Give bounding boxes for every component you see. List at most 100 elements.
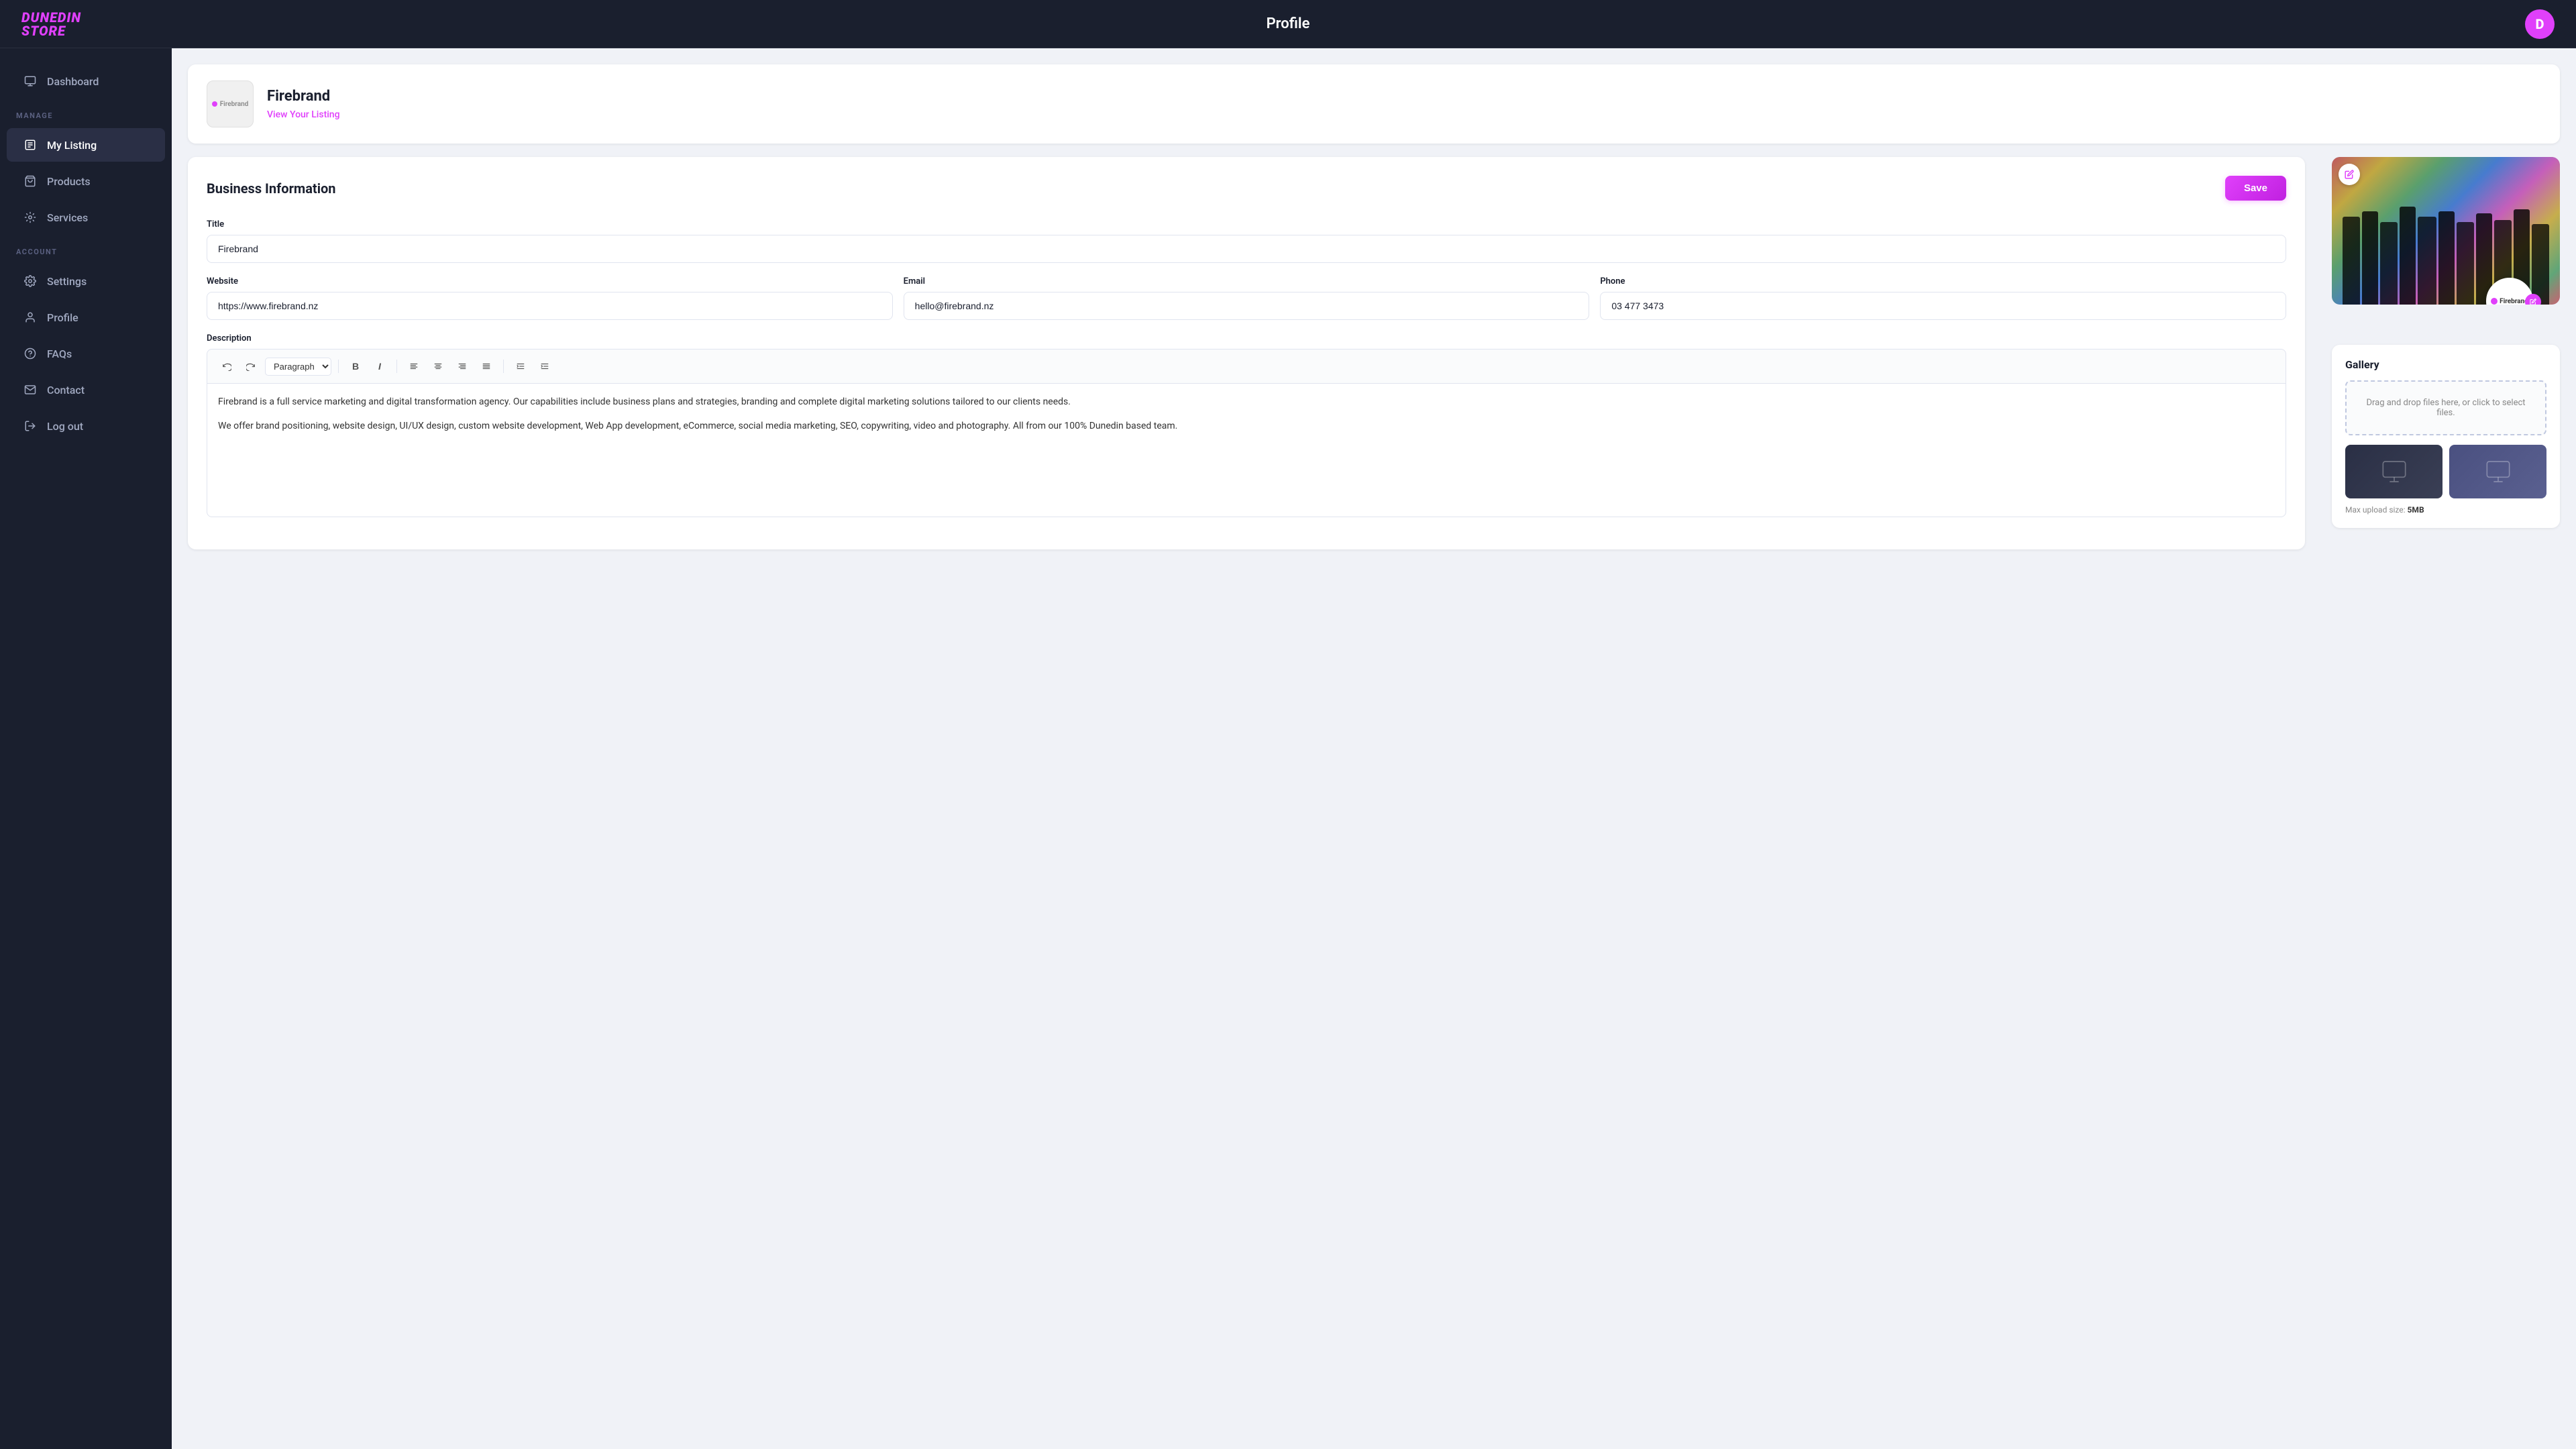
gear-icon <box>23 274 38 288</box>
gallery-image-2[interactable] <box>2449 445 2546 498</box>
align-right-button[interactable] <box>452 356 472 376</box>
sidebar-item-faqs-label: FAQs <box>47 347 72 360</box>
email-input[interactable] <box>904 292 1590 320</box>
top-header: DUNEDIN STORE Profile D <box>0 0 2576 48</box>
toolbar-divider-1 <box>338 360 339 373</box>
listing-info: Firebrand View Your Listing <box>267 88 340 120</box>
toolbar-divider-3 <box>503 360 504 373</box>
person-icon <box>23 310 38 325</box>
phone-input[interactable] <box>1600 292 2286 320</box>
edit-cover-button[interactable] <box>2339 164 2360 185</box>
email-field-group: Email <box>904 276 1590 320</box>
content-grid: Business Information Save Title Website <box>188 157 2560 549</box>
title-input[interactable] <box>207 235 2286 263</box>
phone-field-group: Phone <box>1600 276 2286 320</box>
indent-button[interactable] <box>511 356 531 376</box>
page-title: Profile <box>1267 15 1310 32</box>
sidebar-item-profile[interactable]: Profile <box>7 301 165 334</box>
business-info-card: Business Information Save Title Website <box>188 157 2305 549</box>
redo-button[interactable] <box>241 356 261 376</box>
undo-button[interactable] <box>217 356 237 376</box>
phone-label: Phone <box>1600 276 2286 286</box>
manage-section-label: MANAGE <box>0 101 172 125</box>
logout-icon <box>23 419 38 433</box>
gallery-image-1[interactable] <box>2345 445 2443 498</box>
sidebar-item-faqs[interactable]: FAQs <box>7 337 165 370</box>
avatar-letter: D <box>2536 16 2544 32</box>
profile-logo-inner: Firebrand <box>2491 298 2528 305</box>
business-info-header: Business Information Save <box>207 176 2286 201</box>
profile-logo-text: Firebrand <box>2500 298 2528 305</box>
title-field-group: Title <box>207 219 2286 263</box>
mail-icon <box>23 382 38 397</box>
logo-dot <box>212 101 217 107</box>
main-content: Firebrand Firebrand View Your Listing Bu… <box>172 48 2576 1449</box>
monitor-icon <box>23 74 38 89</box>
user-avatar[interactable]: D <box>2525 9 2555 39</box>
gallery-dropzone-text: Drag and drop files here, or click to se… <box>2366 398 2525 418</box>
basket-icon <box>23 174 38 189</box>
sidebar-item-services[interactable]: Services <box>7 201 165 234</box>
sidebar-item-settings[interactable]: Settings <box>7 264 165 298</box>
align-justify-button[interactable] <box>476 356 496 376</box>
max-upload-label: Max upload size: <box>2345 505 2406 515</box>
sidebar-item-dashboard[interactable]: Dashboard <box>7 64 165 98</box>
website-label: Website <box>207 276 893 286</box>
description-editor[interactable]: Firebrand is a full service marketing an… <box>207 383 2286 517</box>
sidebar-item-profile-label: Profile <box>47 311 78 324</box>
view-listing-link[interactable]: View Your Listing <box>267 109 340 120</box>
section-title: Business Information <box>207 180 335 197</box>
account-section-label: ACCOUNT <box>0 237 172 262</box>
logo-dot-overlay <box>2491 298 2498 305</box>
outdent-button[interactable] <box>535 356 555 376</box>
website-input[interactable] <box>207 292 893 320</box>
toolbar-divider-2 <box>396 360 397 373</box>
align-left-button[interactable] <box>404 356 424 376</box>
listing-logo: Firebrand <box>207 80 254 127</box>
right-panel: Firebrand Gallery Drag and drop files he… <box>2318 157 2560 528</box>
sidebar-item-logout[interactable]: Log out <box>7 409 165 443</box>
logo-line2: STORE <box>21 24 81 38</box>
max-upload-size: 5MB <box>2408 505 2424 515</box>
gallery-dropzone[interactable]: Drag and drop files here, or click to se… <box>2345 380 2546 435</box>
sidebar-item-dashboard-label: Dashboard <box>47 75 99 88</box>
sidebar-item-my-listing[interactable]: My Listing <box>7 128 165 162</box>
description-field-group: Description Paragraph <box>207 333 2286 517</box>
paragraph-select[interactable]: Paragraph <box>265 358 331 376</box>
gallery-card: Gallery Drag and drop files here, or cli… <box>2332 345 2560 528</box>
listing-icon <box>23 138 38 152</box>
save-button[interactable]: Save <box>2225 176 2286 201</box>
app-logo[interactable]: DUNEDIN STORE <box>21 11 81 38</box>
description-label: Description <box>207 333 2286 343</box>
logo-line1: DUNEDIN <box>21 11 81 24</box>
services-icon <box>23 210 38 225</box>
gallery-meta: Max upload size: 5MB <box>2345 505 2546 515</box>
email-label: Email <box>904 276 1590 286</box>
business-info-section: Business Information Save Title Website <box>188 157 2305 549</box>
sidebar-item-contact-label: Contact <box>47 384 85 396</box>
sidebar-item-logout-label: Log out <box>47 420 83 433</box>
listing-logo-inner: Firebrand <box>212 101 249 108</box>
main-layout: Dashboard MANAGE My Listing Products <box>0 48 2576 1449</box>
business-name: Firebrand <box>267 88 340 105</box>
cover-image-container: Firebrand <box>2332 157 2560 305</box>
italic-button[interactable]: I <box>370 356 390 376</box>
cover-image <box>2332 157 2560 305</box>
website-field-group: Website <box>207 276 893 320</box>
bold-button[interactable]: B <box>345 356 366 376</box>
align-center-button[interactable] <box>428 356 448 376</box>
title-label: Title <box>207 219 2286 229</box>
question-icon <box>23 346 38 361</box>
sidebar-item-products[interactable]: Products <box>7 164 165 198</box>
sidebar-item-settings-label: Settings <box>47 275 87 288</box>
sidebar-item-services-label: Services <box>47 211 88 224</box>
sidebar-item-contact[interactable]: Contact <box>7 373 165 407</box>
contact-fields-row: Website Email Phone <box>207 276 2286 320</box>
editor-toolbar: Paragraph B I <box>207 349 2286 383</box>
sidebar: Dashboard MANAGE My Listing Products <box>0 48 172 1449</box>
sidebar-item-products-label: Products <box>47 175 91 188</box>
listing-header-card: Firebrand Firebrand View Your Listing <box>188 64 2560 144</box>
gallery-images <box>2345 445 2546 498</box>
listing-logo-text: Firebrand <box>220 101 249 108</box>
gallery-title: Gallery <box>2345 358 2546 371</box>
